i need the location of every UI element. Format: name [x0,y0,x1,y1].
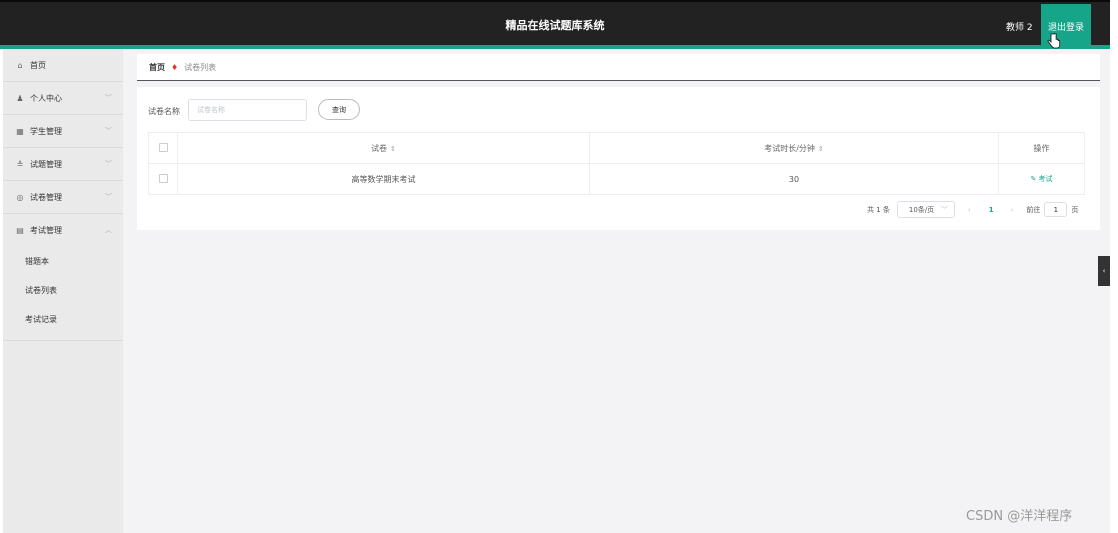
search-input[interactable] [188,99,307,121]
home-icon: ⌂ [17,60,23,70]
edit-icon: ✎ [1030,175,1037,183]
clipboard-icon: ▤ [16,226,24,235]
pagination: 共 1 条 10条/页 ﹀ ‹ 1 › 前往 页 [867,201,1078,218]
column-header-actions: 操作 [998,132,1085,164]
chevron-down-icon: ﹀ [105,193,112,201]
page-size-select[interactable]: 10条/页 ﹀ [896,201,955,218]
sidebar-item-exams[interactable]: ▤ 考试管理 ︿ [3,214,123,247]
select-all-checkbox[interactable] [158,142,168,152]
page-number[interactable]: 1 [989,206,994,214]
sidebar-item-papers[interactable]: ◎ 试卷管理 ﹀ [3,181,123,214]
search-label: 试卷名称 [148,107,180,116]
watermark: CSDN @洋洋程序 [966,509,1073,524]
right-gutter [1110,0,1118,533]
sidebar-item-label: 首页 [30,60,46,70]
table-header-row: 试卷 ⇕ 考试时长/分钟 ⇕ 操作 [148,132,1085,164]
goto-page-input[interactable] [1044,202,1068,217]
main-content: 首页 ♦ 试卷列表 试卷名称 查询 试卷⇕ 考试时长/分钟⇕ 操作 高等数学期末… [123,49,1110,533]
pagination-total: 共 1 条 [867,205,890,214]
sidebar-item-label: 试题管理 [30,159,62,169]
cell-duration: 30 [589,163,999,195]
chevron-down-icon: ﹀ [105,160,112,168]
column-header-paper[interactable]: 试卷 ⇕ [177,132,590,164]
sidebar-item-home[interactable]: ⌂ 首页 [3,49,123,82]
chevron-down-icon: ﹀ [105,127,112,135]
sidebar-submenu-exams: 错题本 试卷列表 考试记录 [3,247,123,341]
app-title: 精品在线试题库系统 [505,19,605,32]
sidebar-item-students[interactable]: ▦ 学生管理 ﹀ [3,115,123,148]
prev-page-button[interactable]: ‹ [968,206,971,214]
grid-icon: ▦ [16,126,24,136]
cell-paper-name: 高等数学期末考试 [177,163,590,195]
breadcrumb: 首页 ♦ 试卷列表 [137,54,1100,81]
settings-icon: ◎ [16,192,24,202]
paper-list-panel: 试卷名称 查询 试卷⇕ 考试时长/分钟⇕ 操作 高等数学期末考试 30 [137,87,1100,230]
breadcrumb-separator-icon: ♦ [171,62,179,72]
bank-icon: ≙ [16,159,24,169]
sort-icon[interactable]: ⇕ [818,145,824,153]
top-bar: 精品在线试题库系统 教师 2 退出登录 [0,0,1110,48]
user-name: 教师 2 [1006,23,1033,33]
breadcrumb-home[interactable]: 首页 [149,62,165,73]
query-button[interactable]: 查询 [318,99,360,120]
sidebar-subitem-exam-records[interactable]: 考试记录 [3,305,123,334]
table-row: 高等数学期末考试 30 ✎ 考试 [148,163,1085,195]
sidebar-item-label: 学生管理 [30,126,62,136]
sidebar-item-profile[interactable]: ♟ 个人中心 ﹀ [3,82,123,115]
goto-label: 前往 [1026,205,1041,214]
chevron-down-icon: ﹀ [105,94,112,102]
next-page-button[interactable]: › [1011,206,1014,214]
sidebar-subitem-wrong-questions[interactable]: 错题本 [3,247,123,276]
chevron-down-icon: ﹀ [940,206,948,214]
hand-cursor-icon [1047,33,1061,49]
chevron-up-icon: ︿ [105,226,112,234]
sidebar-item-questions[interactable]: ≙ 试题管理 ﹀ [3,148,123,181]
sidebar-subitem-paper-list[interactable]: 试卷列表 [3,276,123,305]
sort-icon[interactable]: ⇕ [390,145,396,153]
take-exam-button[interactable]: ✎ 考试 [1030,175,1052,183]
breadcrumb-current: 试卷列表 [184,62,217,72]
collapse-panel-button[interactable]: ‹ [1098,256,1110,286]
sidebar-item-label: 考试管理 [30,226,62,235]
sidebar-item-label: 试卷管理 [30,192,62,202]
sidebar: ⌂ 首页 ♟ 个人中心 ﹀ ▦ 学生管理 ﹀ ≙ 试题管理 ﹀ ◎ 试卷管理 ﹀… [3,49,123,533]
paper-table: 试卷 ⇕ 考试时长/分钟 ⇕ 操作 高等数学期末考试 30 ✎ 考试 [148,132,1085,195]
user-icon: ♟ [16,93,24,103]
sidebar-item-label: 个人中心 [30,93,62,103]
row-checkbox[interactable] [158,173,168,183]
column-header-duration[interactable]: 考试时长/分钟 ⇕ [589,132,999,164]
page-suffix: 页 [1071,205,1079,214]
